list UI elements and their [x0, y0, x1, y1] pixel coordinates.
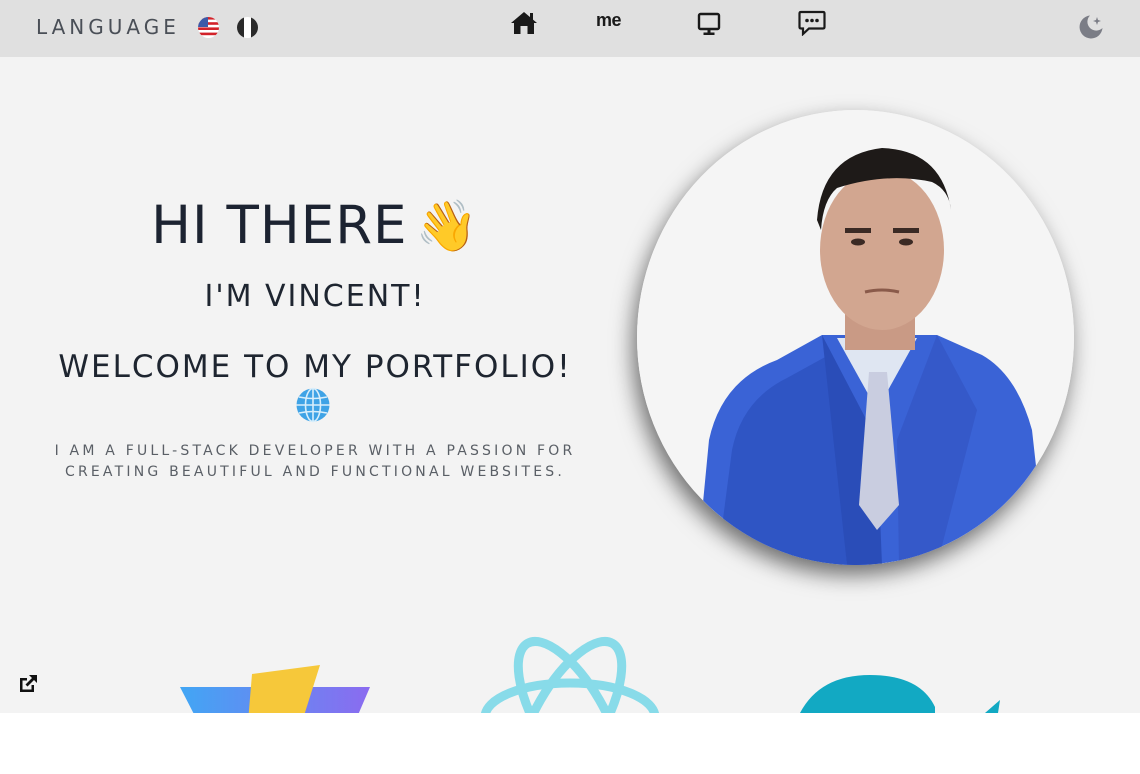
react-logo [480, 635, 660, 713]
hero-section: HI THERE 👋 I'M VINCENT! WELCOME TO MY POR… [0, 57, 1140, 713]
greeting-text: HI THERE [151, 195, 408, 256]
page-bottom-area [0, 713, 1140, 774]
italy-flag-icon[interactable] [237, 17, 258, 38]
nav-home[interactable] [510, 10, 538, 36]
nav-projects[interactable] [697, 12, 721, 36]
external-link-icon[interactable] [16, 672, 40, 696]
monitor-icon [697, 12, 721, 35]
moon-icon [1079, 15, 1103, 39]
tagline-line-2: CREATING BEAUTIFUL AND FUNCTIONAL WEBSIT… [64, 464, 566, 480]
nav-about[interactable]: me [596, 10, 622, 31]
greeting-heading: HI THERE 👋 [30, 195, 600, 256]
navbar: LANGUAGE me [0, 0, 1140, 57]
globe-icon [295, 387, 331, 423]
waving-hand-icon: 👋 [415, 197, 479, 255]
nav-contact[interactable] [798, 10, 826, 37]
home-icon [511, 12, 537, 34]
name-heading: I'M VINCENT! [204, 279, 426, 314]
welcome-heading: WELCOME TO MY PORTFOLIO! [58, 349, 572, 385]
tailwind-logo [795, 672, 1005, 713]
chat-icon [798, 10, 826, 37]
theme-toggle[interactable] [1077, 13, 1105, 41]
tagline-line-1: I AM A FULL-STACK DEVELOPER WITH A PASSI… [54, 443, 576, 459]
tagline: I AM A FULL-STACK DEVELOPER WITH A PASSI… [30, 441, 600, 483]
language-label: LANGUAGE [36, 15, 180, 39]
us-flag-icon[interactable] [198, 17, 219, 38]
vite-logo [180, 662, 370, 713]
profile-photo [637, 110, 1074, 565]
